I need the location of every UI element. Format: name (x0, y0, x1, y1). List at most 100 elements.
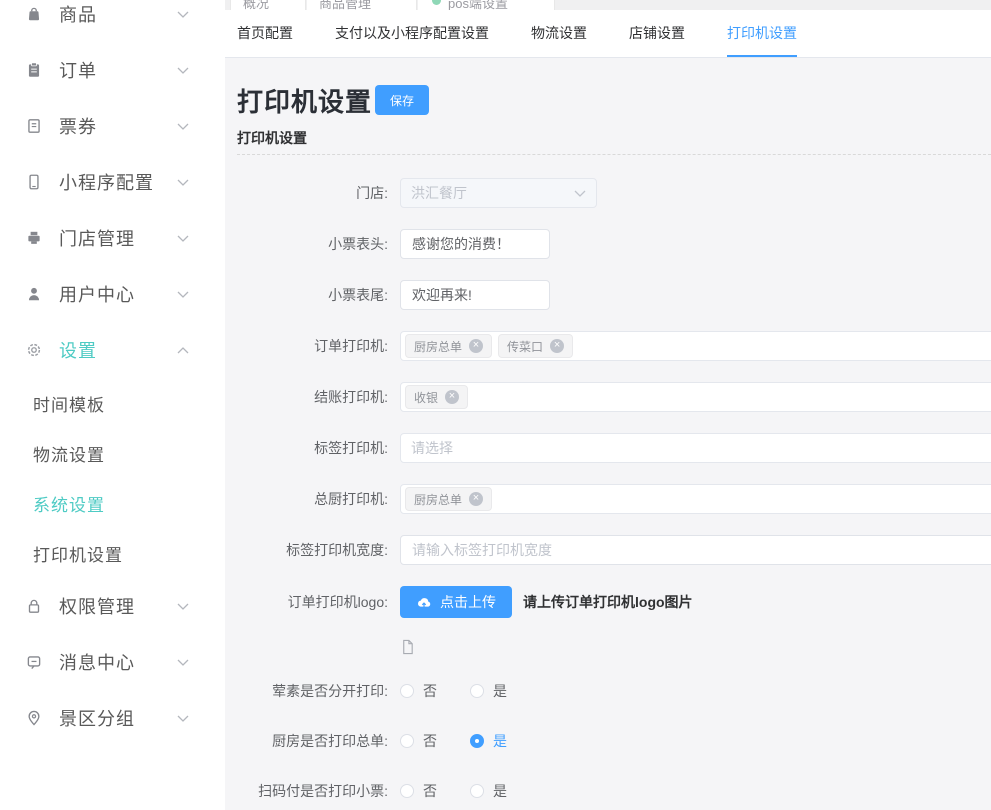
tag-label: 厨房总单 (414, 338, 462, 355)
form-row-chef-printer: 总厨打印机: 厨房总单 (237, 484, 991, 514)
tag-label: 收银 (414, 389, 438, 406)
top-tab-goods-management[interactable]: 商品管理 (307, 0, 417, 10)
radio-circle-icon (470, 684, 484, 698)
tab-store-settings[interactable]: 店铺设置 (629, 10, 685, 57)
chef-printer-select[interactable]: 厨房总单 (400, 484, 991, 514)
chevron-down-icon (177, 67, 189, 74)
radio-no[interactable]: 否 (400, 731, 437, 751)
file-icon[interactable] (400, 638, 415, 656)
chevron-down-icon (177, 291, 189, 298)
sidebar-subitem-printer-settings[interactable]: 打印机设置 (0, 528, 225, 578)
field-label: 订单打印机logo: (237, 592, 400, 612)
main-area: 概况 商品管理 pos端设置 首页配置 支付以及小程序配置设置 物流设置 店铺设… (225, 0, 991, 810)
chevron-down-icon (177, 659, 189, 666)
radio-yes[interactable]: 是 (470, 681, 507, 701)
form-row-store: 门店: 洪汇餐厅 (237, 178, 991, 208)
field-label: 小票表尾: (237, 285, 400, 305)
save-button[interactable]: 保存 (375, 85, 429, 115)
field-label: 总厨打印机: (237, 489, 400, 509)
sidebar-item-goods[interactable]: 商品 (0, 0, 225, 42)
radio-no[interactable]: 否 (400, 681, 437, 701)
tab-printer-settings[interactable]: 打印机设置 (727, 10, 797, 57)
sidebar-item-label: 权限管理 (59, 593, 135, 619)
tab-payment-miniapp-config[interactable]: 支付以及小程序配置设置 (335, 10, 489, 57)
field-label: 荤素是否分开打印: (237, 681, 400, 701)
sidebar-subitem-label: 打印机设置 (33, 541, 123, 566)
sidebar-menu: 商品 订单 票券 小程 (0, 0, 225, 746)
tab-status-dot (432, 0, 441, 5)
store-select-value: 洪汇餐厅 (411, 183, 467, 203)
chevron-down-icon (177, 11, 189, 18)
section-title: 打印机设置 (237, 128, 991, 148)
pin-icon (25, 709, 43, 727)
tag-remove-icon[interactable] (445, 390, 459, 404)
tag-remove-icon[interactable] (469, 492, 483, 506)
form-row-receipt-header: 小票表头: (237, 229, 991, 259)
sidebar-item-label: 用户中心 (59, 281, 135, 307)
receipt-footer-input[interactable] (400, 280, 550, 310)
sidebar-subitem-logistics[interactable]: 物流设置 (0, 428, 225, 478)
upload-button[interactable]: 点击上传 (400, 586, 512, 618)
user-icon (25, 285, 43, 303)
sidebar-subitem-time-template[interactable]: 时间模板 (0, 378, 225, 428)
top-tab-label: pos端设置 (448, 0, 508, 10)
form-row-checkout-printer: 结账打印机: 收银 (237, 382, 991, 412)
sidebar-item-label: 门店管理 (59, 225, 135, 251)
sidebar-item-label: 订单 (59, 57, 97, 83)
form-row-order-printer: 订单打印机: 厨房总单 传菜口 (237, 331, 991, 361)
tag-remove-icon[interactable] (550, 339, 564, 353)
tab-logistics-settings[interactable]: 物流设置 (531, 10, 587, 57)
radio-label: 否 (423, 731, 437, 751)
sidebar-item-scenic-groups[interactable]: 景区分组 (0, 690, 225, 746)
sidebar-item-tickets[interactable]: 票券 (0, 98, 225, 154)
page-title: 打印机设置 (237, 82, 372, 119)
bag-icon (25, 5, 43, 23)
lock-icon (25, 597, 43, 615)
radio-label: 是 (493, 781, 507, 801)
receipt-header-input[interactable] (400, 229, 550, 259)
radio-no[interactable]: 否 (400, 781, 437, 801)
tag-label: 厨房总单 (414, 491, 462, 508)
form-row-kitchen-total-print: 厨房是否打印总单: 否 是 (237, 726, 991, 756)
chevron-down-icon (177, 715, 189, 722)
top-tab-label: 商品管理 (319, 0, 371, 10)
printer-icon (25, 229, 43, 247)
sidebar-item-label: 设置 (59, 337, 97, 363)
label-printer-width-input[interactable] (400, 535, 991, 565)
sidebar-item-usercenter[interactable]: 用户中心 (0, 266, 225, 322)
sidebar-item-permissions[interactable]: 权限管理 (0, 578, 225, 634)
tag-remove-icon[interactable] (469, 339, 483, 353)
top-tab-overview[interactable]: 概况 (230, 0, 306, 10)
label-printer-select[interactable]: 请选择 (400, 433, 991, 463)
sidebar-item-messages[interactable]: 消息中心 (0, 634, 225, 690)
sidebar-item-orders[interactable]: 订单 (0, 42, 225, 98)
sidebar-subitem-system-settings[interactable]: 系统设置 (0, 478, 225, 528)
chevron-up-icon (177, 347, 189, 354)
title-row: 打印机设置 保存 (237, 82, 991, 119)
order-printer-select[interactable]: 厨房总单 传菜口 (400, 331, 991, 361)
gear-icon (25, 341, 43, 359)
form-row-label-printer: 标签打印机: 请选择 (237, 433, 991, 463)
checkout-printer-select[interactable]: 收银 (400, 382, 991, 412)
radio-yes[interactable]: 是 (470, 731, 507, 751)
field-label: 标签打印机宽度: (237, 540, 400, 560)
ticket-icon (25, 117, 43, 135)
sidebar-item-stores[interactable]: 门店管理 (0, 210, 225, 266)
chevron-down-icon (177, 179, 189, 186)
field-label: 门店: (237, 183, 400, 203)
sidebar-item-miniprogram[interactable]: 小程序配置 (0, 154, 225, 210)
sidebar-subitem-label: 时间模板 (33, 391, 105, 416)
clipboard-icon (25, 61, 43, 79)
sidebar-item-label: 小程序配置 (59, 169, 154, 195)
tab-home-config[interactable]: 首页配置 (237, 10, 293, 57)
form-row-label-printer-width: 标签打印机宽度: (237, 535, 991, 565)
store-select[interactable]: 洪汇餐厅 (400, 178, 597, 208)
form-row-separate-print: 荤素是否分开打印: 否 是 (237, 676, 991, 706)
upload-hint: 请上传订单打印机logo图片 (523, 592, 693, 612)
field-label: 标签打印机: (237, 438, 400, 458)
sidebar-item-label: 景区分组 (59, 705, 135, 731)
radio-label: 否 (423, 681, 437, 701)
top-tab-pos-settings[interactable]: pos端设置 (418, 0, 555, 10)
radio-yes[interactable]: 是 (470, 781, 507, 801)
sidebar-item-settings[interactable]: 设置 (0, 322, 225, 378)
